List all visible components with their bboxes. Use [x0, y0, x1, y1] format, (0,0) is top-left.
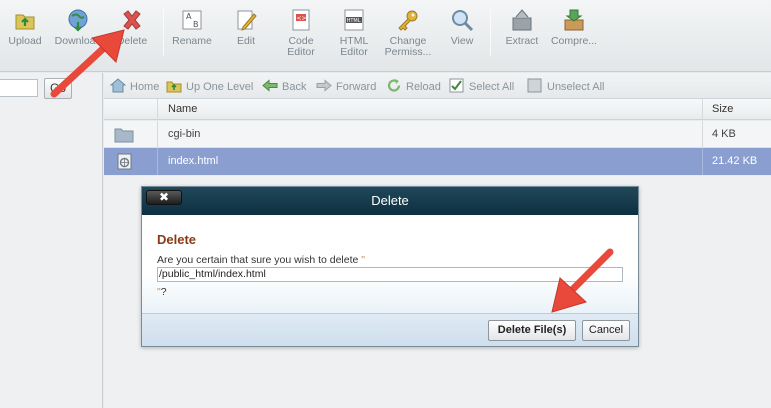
svg-text:B: B [193, 20, 199, 29]
checkbox-checked-icon [449, 78, 464, 93]
extract-button[interactable]: Extract [500, 8, 544, 66]
name-column-header[interactable]: Name [168, 103, 197, 115]
question-mark-text: "? [157, 286, 167, 298]
extract-icon [512, 9, 532, 31]
rename-button[interactable]: A B Rename [170, 8, 214, 66]
delete-dialog: Delete ✖ Delete Are you certain that sur… [141, 186, 639, 347]
row-icon-cell [104, 121, 158, 148]
file-name: index.html [168, 155, 219, 167]
svg-text:A: A [186, 12, 192, 21]
delete-confirmation-text: Are you certain that sure you wish to de… [157, 254, 366, 266]
compress-button[interactable]: Compre... [550, 8, 598, 66]
required-mark: " [361, 254, 366, 266]
icon-column-header [104, 99, 158, 120]
left-directory-pane: Go [0, 73, 103, 408]
magnifier-icon [452, 10, 474, 32]
back-button[interactable]: Back [262, 78, 306, 94]
delete-button[interactable]: Delete [112, 8, 152, 66]
table-header: Name Size [104, 99, 771, 120]
reload-icon [387, 79, 401, 92]
compress-icon [564, 9, 584, 31]
forward-button[interactable]: Forward [316, 78, 376, 94]
arrow-right-icon [316, 79, 332, 92]
go-button[interactable]: Go [44, 78, 72, 99]
table-row-selected[interactable]: index.html 21.42 KB [104, 148, 771, 175]
unselect-all-button[interactable]: Unselect All [527, 78, 604, 94]
toolbar-separator [163, 8, 164, 56]
reload-button[interactable]: Reload [386, 78, 441, 94]
folder-icon [114, 128, 134, 143]
code-editor-icon: <> [292, 9, 310, 31]
column-separator [702, 121, 703, 148]
delete-files-button[interactable]: Delete File(s) [488, 320, 576, 341]
rename-icon: A B [182, 10, 202, 30]
dialog-body: Delete Are you certain that sure you wis… [142, 215, 638, 313]
home-nav-button[interactable]: Home [110, 78, 159, 94]
download-icon [68, 9, 88, 32]
navigation-bar: Home Up One Level Back Forward Reload Se… [104, 73, 771, 99]
home-icon [110, 78, 126, 93]
directory-path-input[interactable] [0, 79, 38, 97]
size-column-header[interactable]: Size [712, 103, 733, 115]
file-size: 21.42 KB [712, 155, 758, 167]
folder-up-icon [166, 81, 182, 93]
dialog-heading: Delete [157, 232, 197, 247]
toolbar-separator [490, 8, 491, 56]
file-path-field: /public_html/index.html [157, 267, 623, 282]
edit-pencil-icon [237, 10, 257, 31]
dialog-title: Delete [371, 193, 409, 208]
upload-button[interactable]: Upload [6, 8, 44, 66]
column-separator [702, 148, 703, 175]
table-row[interactable]: cgi-bin 4 KB [104, 121, 771, 148]
svg-text:<>: <> [297, 15, 307, 22]
code-editor-button[interactable]: <> Code Editor [282, 8, 320, 66]
row-icon-cell [104, 148, 158, 175]
close-dialog-button[interactable]: ✖ [146, 190, 182, 205]
column-separator [702, 99, 703, 120]
checkbox-empty-icon [527, 78, 542, 93]
html-editor-icon: HTML [344, 9, 364, 31]
file-manager-toolbar: Upload Download Delete A B Rename Edit <… [0, 0, 771, 72]
svg-text:HTML: HTML [347, 18, 361, 24]
delete-x-icon [123, 10, 141, 30]
upload-icon [15, 14, 35, 30]
key-icon [398, 10, 418, 31]
html-editor-button[interactable]: HTML HTML Editor [336, 8, 372, 66]
arrow-left-icon [262, 79, 278, 92]
change-permissions-button[interactable]: Change Permiss... [384, 8, 432, 66]
dialog-title-bar: Delete ✖ [142, 187, 638, 215]
up-one-level-button[interactable]: Up One Level [166, 78, 253, 94]
view-button[interactable]: View [446, 8, 478, 66]
html-file-icon [117, 153, 132, 170]
file-size: 4 KB [712, 128, 736, 140]
file-name: cgi-bin [168, 128, 201, 140]
cancel-button[interactable]: Cancel [582, 320, 630, 341]
select-all-button[interactable]: Select All [449, 78, 514, 94]
edit-button[interactable]: Edit [230, 8, 262, 66]
download-button[interactable]: Download [52, 8, 104, 66]
dialog-footer: Delete File(s) Cancel [142, 313, 638, 346]
